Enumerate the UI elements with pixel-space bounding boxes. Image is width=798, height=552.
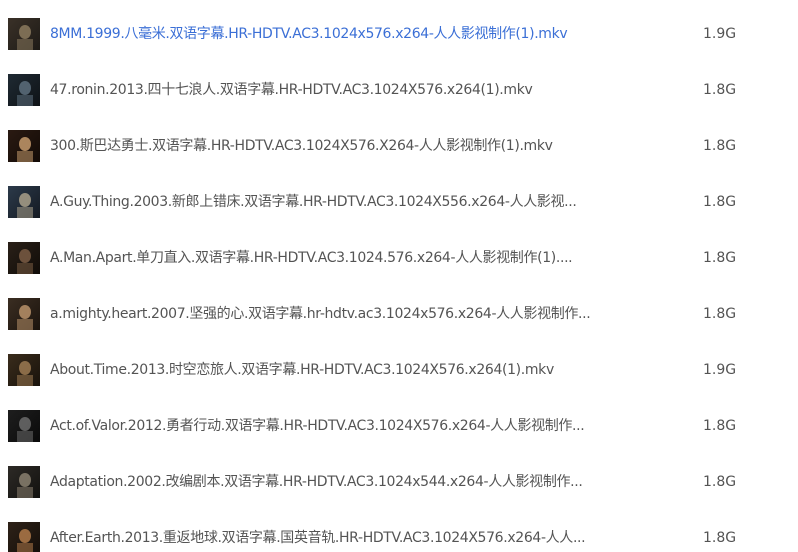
file-name[interactable]: Act.of.Valor.2012.勇者行动.双语字幕.HR-HDTV.AC3.… [50,416,610,436]
video-thumbnail[interactable] [8,466,40,498]
file-size: 1.8G [703,82,737,98]
video-thumbnail[interactable] [8,242,40,274]
file-name[interactable]: A.Man.Apart.单刀直入.双语字幕.HR-HDTV.AC3.1024.5… [50,248,610,268]
file-name[interactable]: A.Guy.Thing.2003.新郎上错床.双语字幕.HR-HDTV.AC3.… [50,192,610,212]
file-name[interactable]: 47.ronin.2013.四十七浪人.双语字幕.HR-HDTV.AC3.102… [50,80,610,100]
video-thumbnail[interactable] [8,186,40,218]
video-thumbnail[interactable] [8,18,40,50]
video-thumbnail[interactable] [8,130,40,162]
file-name[interactable]: 300.斯巴达勇士.双语字幕.HR-HDTV.AC3.1024X576.X264… [50,136,610,156]
file-row[interactable]: 8MM.1999.八毫米.双语字幕.HR-HDTV.AC3.1024x576.x… [0,16,798,72]
file-row[interactable]: After.Earth.2013.重返地球.双语字幕.国英音轨.HR-HDTV.… [0,520,798,552]
file-row[interactable]: 300.斯巴达勇士.双语字幕.HR-HDTV.AC3.1024X576.X264… [0,128,798,184]
video-thumbnail[interactable] [8,410,40,442]
file-list: 8MM.1999.八毫米.双语字幕.HR-HDTV.AC3.1024x576.x… [0,0,798,552]
video-thumbnail[interactable] [8,354,40,386]
file-size: 1.8G [703,194,737,210]
file-size: 1.8G [703,418,737,434]
file-name[interactable]: Adaptation.2002.改编剧本.双语字幕.HR-HDTV.AC3.10… [50,472,610,492]
file-name[interactable]: About.Time.2013.时空恋旅人.双语字幕.HR-HDTV.AC3.1… [50,360,610,380]
file-size: 1.9G [703,362,737,378]
video-thumbnail[interactable] [8,298,40,330]
file-name[interactable]: a.mighty.heart.2007.坚强的心.双语字幕.hr-hdtv.ac… [50,304,610,324]
file-row[interactable]: Act.of.Valor.2012.勇者行动.双语字幕.HR-HDTV.AC3.… [0,408,798,464]
file-size: 1.8G [703,530,737,546]
file-size: 1.9G [703,26,737,42]
file-size: 1.8G [703,306,737,322]
file-name[interactable]: 8MM.1999.八毫米.双语字幕.HR-HDTV.AC3.1024x576.x… [50,24,610,44]
file-row[interactable]: About.Time.2013.时空恋旅人.双语字幕.HR-HDTV.AC3.1… [0,352,798,408]
file-row[interactable]: 47.ronin.2013.四十七浪人.双语字幕.HR-HDTV.AC3.102… [0,72,798,128]
file-row[interactable]: A.Guy.Thing.2003.新郎上错床.双语字幕.HR-HDTV.AC3.… [0,184,798,240]
file-row[interactable]: a.mighty.heart.2007.坚强的心.双语字幕.hr-hdtv.ac… [0,296,798,352]
file-name[interactable]: After.Earth.2013.重返地球.双语字幕.国英音轨.HR-HDTV.… [50,528,610,548]
file-size: 1.8G [703,138,737,154]
file-size: 1.8G [703,250,737,266]
file-row[interactable]: A.Man.Apart.单刀直入.双语字幕.HR-HDTV.AC3.1024.5… [0,240,798,296]
file-row[interactable]: Adaptation.2002.改编剧本.双语字幕.HR-HDTV.AC3.10… [0,464,798,520]
video-thumbnail[interactable] [8,522,40,552]
file-size: 1.8G [703,474,737,490]
video-thumbnail[interactable] [8,74,40,106]
